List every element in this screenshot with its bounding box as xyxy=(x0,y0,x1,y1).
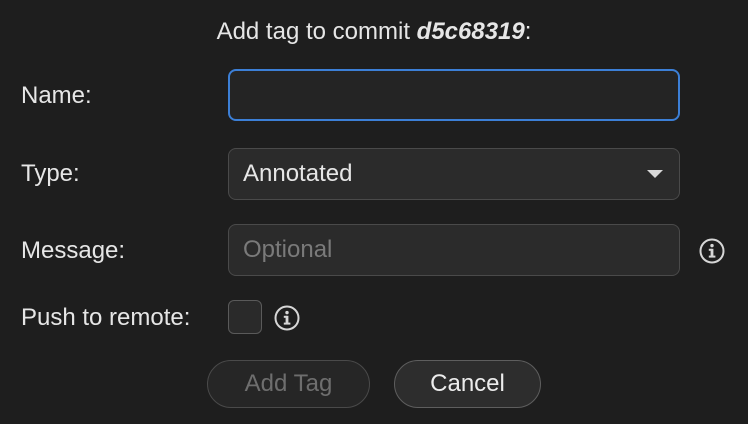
add-tag-dialog: Add tag to commit d5c68319: Name: Type: … xyxy=(0,0,748,424)
add-tag-button[interactable]: Add Tag xyxy=(207,360,370,408)
message-placeholder: Optional xyxy=(243,236,333,263)
dialog-title: Add tag to commit d5c68319: xyxy=(0,16,748,48)
push-to-remote-label: Push to remote: xyxy=(21,304,191,331)
message-input[interactable]: Optional xyxy=(228,224,680,276)
name-input[interactable] xyxy=(228,69,680,121)
name-label: Name: xyxy=(21,82,92,109)
title-prefix: Add tag to commit xyxy=(216,18,417,45)
cancel-button[interactable]: Cancel xyxy=(394,360,541,408)
type-select[interactable]: Annotated xyxy=(228,148,680,200)
push-to-remote-checkbox[interactable] xyxy=(228,300,262,334)
type-label: Type: xyxy=(21,160,80,187)
chevron-down-icon xyxy=(647,170,663,178)
push-info-icon[interactable] xyxy=(274,305,300,331)
message-info-icon[interactable] xyxy=(699,238,725,264)
message-label: Message: xyxy=(21,237,126,264)
commit-hash: d5c68319 xyxy=(416,18,525,45)
type-select-value: Annotated xyxy=(243,160,353,187)
title-suffix: : xyxy=(524,18,532,45)
